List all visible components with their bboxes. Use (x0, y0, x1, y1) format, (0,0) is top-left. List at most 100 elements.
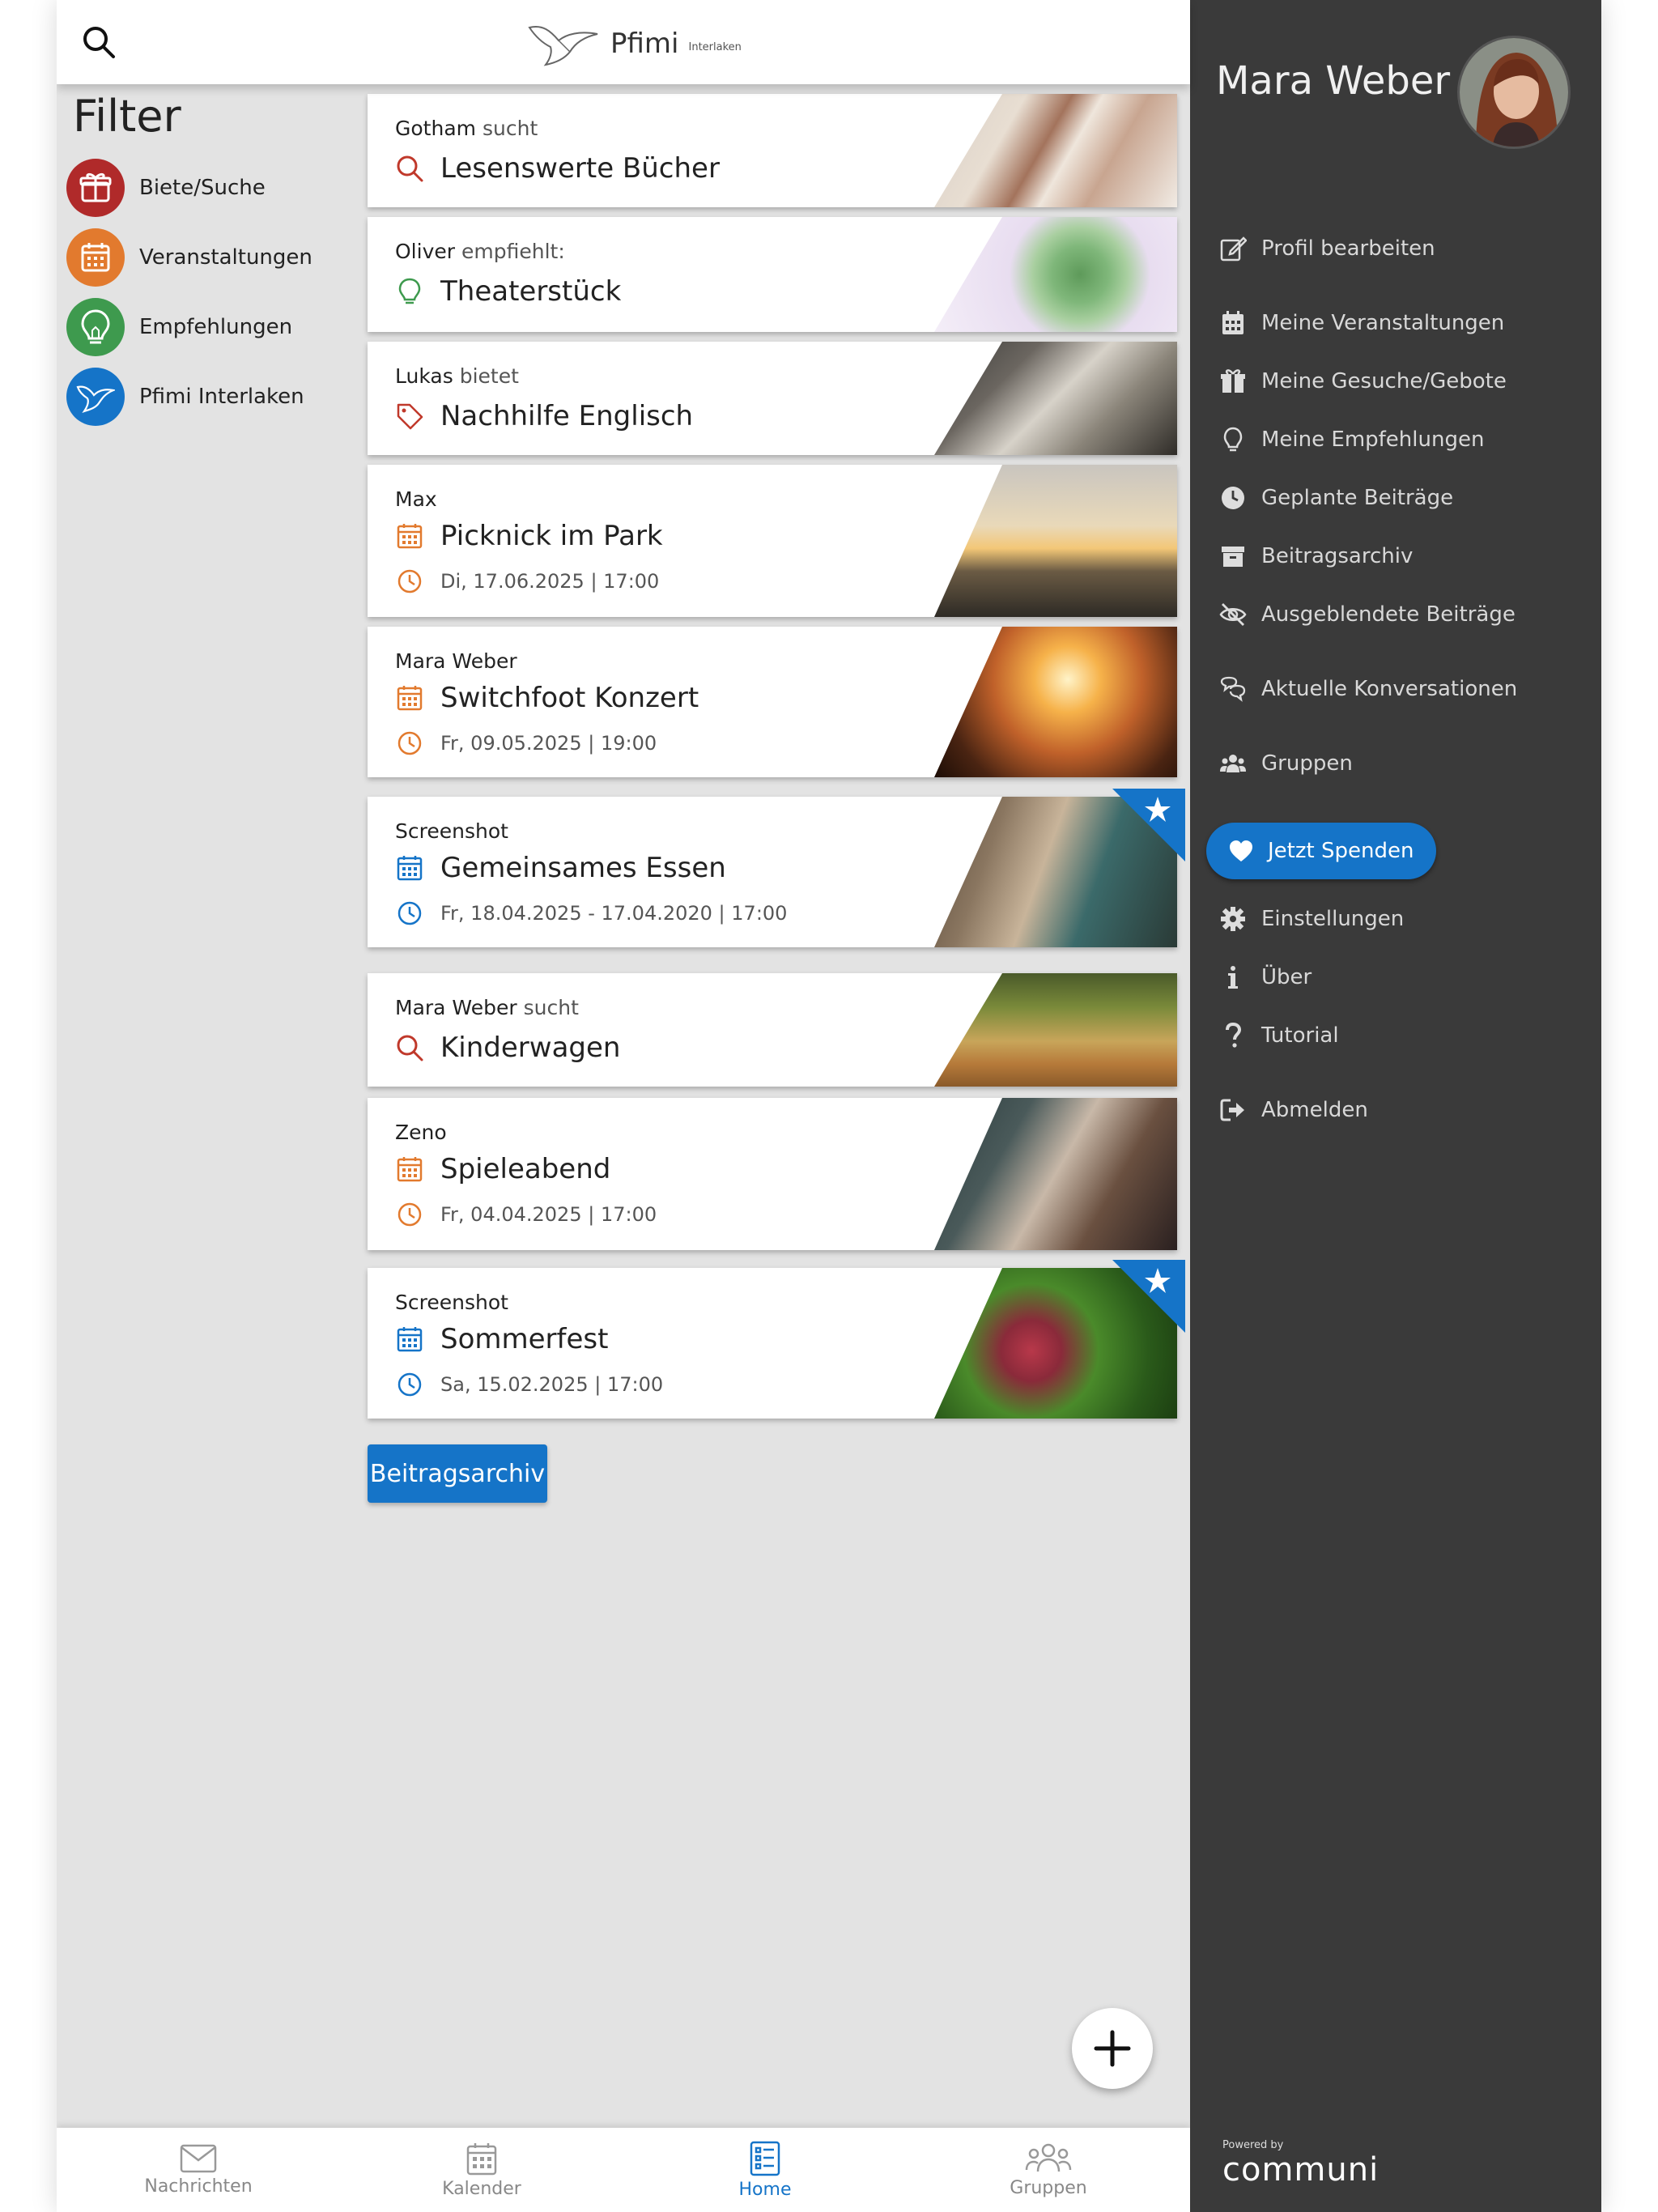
avatar[interactable] (1457, 36, 1571, 149)
post-author: Zeno (395, 1121, 447, 1144)
menu-ueber[interactable]: Über (1219, 963, 1312, 991)
menu-tutorial[interactable]: Tutorial (1219, 1022, 1339, 1049)
avatar-image (1460, 38, 1568, 147)
filter-biete-suche[interactable]: Biete/Suche (66, 159, 266, 217)
tab-gruppen[interactable]: Gruppen (907, 2128, 1190, 2212)
post-card[interactable]: Mara Weber sucht Kinderwagen (368, 973, 1177, 1087)
tab-kalender[interactable]: Kalender (340, 2128, 623, 2212)
menu-beitragsarchiv[interactable]: Beitragsarchiv (1219, 542, 1413, 570)
filter-label: Veranstaltungen (139, 245, 312, 270)
tab-label: Home (738, 2179, 792, 2200)
question-icon (1226, 1022, 1242, 1048)
donate-button[interactable]: Jetzt Spenden (1206, 823, 1436, 879)
gift-icon (66, 159, 125, 217)
post-author: Max (395, 487, 437, 511)
menu-label: Meine Empfehlungen (1261, 428, 1485, 452)
menu-meine-gesuche-gebote[interactable]: Meine Gesuche/Gebote (1219, 368, 1507, 395)
dove-logo-icon (528, 26, 598, 66)
post-author: Mara Weber (395, 996, 517, 1019)
menu-meine-veranstaltungen[interactable]: Meine Veranstaltungen (1219, 309, 1504, 337)
lightbulb-icon (1223, 427, 1243, 452)
post-verb: sucht (483, 117, 538, 140)
post-image-books (934, 94, 1177, 207)
menu-einstellungen[interactable]: Einstellungen (1219, 905, 1404, 933)
menu-abmelden[interactable]: Abmelden (1219, 1096, 1368, 1124)
search-icon (397, 155, 423, 182)
post-date: Fr, 18.04.2025 - 17.04.2020 | 17:00 (440, 902, 788, 925)
post-title: Picknick im Park (440, 520, 663, 552)
filter-veranstaltungen[interactable]: Veranstaltungen (66, 228, 312, 287)
post-title-row: Lesenswerte Bücher (395, 152, 720, 185)
menu-label: Meine Gesuche/Gebote (1261, 369, 1507, 393)
menu-profil-bearbeiten[interactable]: Profil bearbeiten (1219, 235, 1435, 262)
donate-label: Jetzt Spenden (1268, 839, 1414, 863)
filter-title: Filter (73, 91, 181, 142)
post-title-row: Kinderwagen (395, 1032, 620, 1064)
add-post-button[interactable] (1072, 2008, 1153, 2089)
post-card[interactable]: Screenshot Sommerfest Sa, 15.02.2025 | 1… (368, 1260, 1185, 1419)
tab-label: Nachrichten (144, 2176, 253, 2197)
post-card[interactable]: Lukas bietet Nachhilfe Englisch (368, 342, 1177, 455)
filter-empfehlungen[interactable]: Empfehlungen (66, 298, 292, 356)
post-image-chess (934, 1098, 1177, 1250)
post-card[interactable]: Zeno Spieleabend Fr, 04.04.2025 | 17:00 (368, 1098, 1177, 1250)
heart-icon (1230, 840, 1252, 861)
post-author: Screenshot (395, 1291, 508, 1314)
plus-icon (1094, 2030, 1131, 2067)
post-title: Nachhilfe Englisch (440, 400, 694, 432)
menu-ausgeblendete-beitraege[interactable]: Ausgeblendete Beiträge (1219, 601, 1516, 628)
post-verb: empfiehlt: (461, 240, 565, 263)
post-image-succulent (934, 217, 1177, 332)
menu-label: Ausgeblendete Beiträge (1261, 602, 1516, 627)
featured-star-icon (1112, 1260, 1185, 1333)
menu-aktuelle-konversationen[interactable]: Aktuelle Konversationen (1219, 675, 1517, 703)
post-date-row: Fr, 04.04.2025 | 17:00 (395, 1200, 657, 1229)
edit-icon (1220, 236, 1247, 262)
info-icon (1228, 966, 1238, 989)
tab-home[interactable]: Home (623, 2128, 907, 2212)
post-title: Spieleabend (440, 1153, 611, 1185)
powered-by: Powered by communi (1222, 2139, 1379, 2189)
post-card[interactable]: Screenshot Gemeinsames Essen Fr, 18.04.2… (368, 789, 1185, 947)
post-author-line: Mara Weber sucht (395, 996, 579, 1019)
menu-geplante-beitraege[interactable]: Geplante Beiträge (1219, 484, 1453, 512)
calendar-icon (397, 1327, 423, 1352)
post-date: Fr, 09.05.2025 | 19:00 (440, 732, 657, 755)
search-button[interactable] (81, 24, 117, 60)
post-image-desk (934, 342, 1177, 455)
archive-button[interactable]: Beitragsarchiv (368, 1444, 547, 1503)
clock-icon (397, 731, 422, 755)
post-verb: bietet (459, 364, 519, 388)
tab-nachrichten[interactable]: Nachrichten (57, 2128, 340, 2212)
menu-label: Über (1261, 965, 1312, 989)
filter-label: Empfehlungen (139, 315, 293, 339)
post-title-row: Sommerfest (395, 1323, 608, 1355)
gift-icon (1221, 369, 1245, 393)
post-title-row: Spieleabend (395, 1153, 610, 1185)
bottom-nav: Nachrichten Kalender Home Gruppen (57, 2128, 1190, 2212)
post-author-line: Screenshot (395, 1291, 508, 1314)
post-card[interactable]: Mara Weber Switchfoot Konzert Fr, 09.05.… (368, 627, 1177, 777)
post-image-picnic (934, 465, 1177, 617)
filter-pfimi-interlaken[interactable]: Pfimi Interlaken (66, 368, 304, 426)
post-date: Di, 17.06.2025 | 17:00 (440, 570, 660, 593)
post-verb: sucht (523, 996, 579, 1019)
menu-label: Gruppen (1261, 751, 1353, 776)
post-card[interactable]: Gotham sucht Lesenswerte Bücher (368, 94, 1177, 207)
post-author: Mara Weber (395, 649, 517, 673)
post-card[interactable]: Oliver empfiehlt: Theaterstück (368, 217, 1177, 332)
post-date-row: Fr, 09.05.2025 | 19:00 (395, 729, 657, 758)
clock-icon (397, 1202, 422, 1227)
clock-icon (397, 901, 422, 925)
featured-star-icon (1112, 789, 1185, 861)
archive-icon (1222, 547, 1244, 567)
post-card[interactable]: Max Picknick im Park Di, 17.06.2025 | 17… (368, 465, 1177, 617)
menu-gruppen[interactable]: Gruppen (1219, 750, 1353, 777)
brand-subtitle: Interlaken (688, 40, 742, 53)
post-title: Sommerfest (440, 1323, 609, 1355)
chat-icon (1220, 676, 1246, 702)
menu-meine-empfehlungen[interactable]: Meine Empfehlungen (1219, 426, 1484, 453)
post-title-row: Gemeinsames Essen (395, 852, 726, 884)
post-title: Gemeinsames Essen (440, 852, 726, 884)
logout-icon (1220, 1099, 1244, 1121)
